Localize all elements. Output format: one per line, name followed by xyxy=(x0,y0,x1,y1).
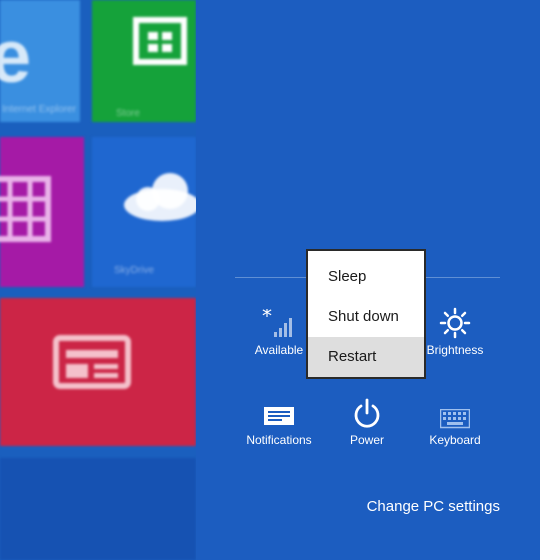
grid-icon xyxy=(0,176,51,242)
keyboard-button[interactable]: Keyboard xyxy=(410,393,500,447)
power-menu: Sleep Shut down Restart xyxy=(306,249,426,379)
tile-magazine[interactable] xyxy=(0,137,84,287)
start-screen-tiles: e Internet Explorer Store SkyDrive xyxy=(0,0,196,560)
tile-news[interactable] xyxy=(0,298,196,446)
notifications-button[interactable]: Notifications xyxy=(234,393,324,447)
power-icon xyxy=(354,398,380,428)
cloud-icon xyxy=(124,173,196,221)
tile-background xyxy=(0,458,196,560)
tile-skydrive[interactable]: SkyDrive xyxy=(92,137,196,287)
network-icon: * xyxy=(262,309,292,337)
internet-explorer-icon: e xyxy=(0,15,32,98)
tile-store[interactable]: Store xyxy=(92,0,196,122)
news-icon xyxy=(53,335,131,389)
menu-item-sleep[interactable]: Sleep xyxy=(308,257,424,297)
power-button[interactable]: Power xyxy=(322,393,412,447)
brightness-icon xyxy=(439,307,471,339)
notifications-icon xyxy=(264,407,294,425)
keyboard-label: Keyboard xyxy=(429,433,481,447)
store-icon xyxy=(133,17,187,65)
tile-internet-explorer[interactable]: e Internet Explorer xyxy=(0,0,80,122)
change-pc-settings-link[interactable]: Change PC settings xyxy=(356,498,500,515)
menu-item-shut-down[interactable]: Shut down xyxy=(308,297,424,337)
tile-skydrive-label: SkyDrive xyxy=(114,265,155,276)
tile-store-label: Store xyxy=(116,108,140,119)
power-label: Power xyxy=(349,433,384,447)
menu-item-restart[interactable]: Restart xyxy=(308,337,424,377)
keyboard-icon xyxy=(440,409,470,429)
svg-text:*: * xyxy=(262,309,272,328)
notifications-label: Notifications xyxy=(246,433,312,447)
tile-ie-label: Internet Explorer xyxy=(2,104,76,115)
